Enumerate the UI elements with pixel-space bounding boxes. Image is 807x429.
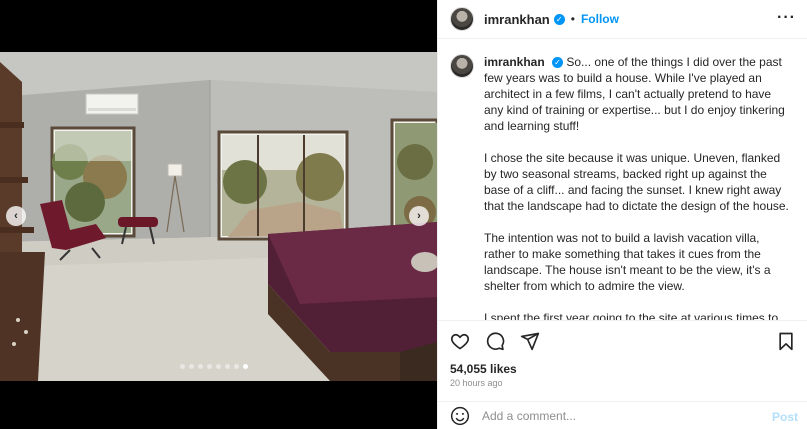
carousel-dot [225, 364, 230, 369]
post-photo[interactable] [0, 52, 437, 381]
bookmark-icon[interactable] [776, 331, 796, 351]
carousel-dot [207, 364, 212, 369]
caption-text: imrankhan ✓ So... one of the things I di… [484, 54, 790, 320]
more-options-icon[interactable]: ··· [777, 10, 796, 26]
post-header: imrankhan ✓ • Follow ··· [438, 0, 807, 39]
caption-paragraph: imrankhan ✓ So... one of the things I di… [484, 54, 790, 134]
separator-dot: • [570, 12, 575, 26]
verified-badge-icon: ✓ [552, 57, 564, 69]
avatar[interactable] [450, 7, 474, 31]
caption-username[interactable]: imrankhan [484, 55, 545, 69]
carousel-prev-button[interactable]: ‹ [6, 206, 26, 226]
caption-section: imrankhan ✓ So... one of the things I di… [438, 40, 807, 320]
caption-avatar[interactable] [450, 54, 474, 78]
follow-button[interactable]: Follow [581, 12, 619, 26]
heart-icon[interactable] [450, 331, 470, 351]
comment-icon[interactable] [485, 331, 505, 351]
caption-paragraph: The intention was not to build a lavish … [484, 231, 771, 293]
actions-section: 54,055 likes 20 hours ago Post [438, 320, 807, 429]
carousel-dot [180, 364, 185, 369]
likes-count[interactable]: 54,055 likes [450, 362, 517, 376]
carousel-dot [216, 364, 221, 369]
share-icon[interactable] [520, 331, 540, 351]
post-comment-button[interactable]: Post [772, 410, 798, 424]
comment-input[interactable] [482, 409, 762, 423]
post-details-panel: imrankhan ✓ • Follow ··· imrankhan ✓ So.… [437, 0, 807, 429]
carousel-indicator [180, 364, 248, 369]
header-username[interactable]: imrankhan [484, 12, 550, 27]
post-timestamp[interactable]: 20 hours ago [450, 378, 503, 388]
instagram-post: ‹ › imrankhan ✓ • Follow ··· imrankhan ✓… [0, 0, 807, 429]
caption-paragraph: I spent the first year going to the site… [484, 311, 779, 320]
carousel-dot [189, 364, 194, 369]
carousel-dot [198, 364, 203, 369]
caption-paragraph: I chose the site because it was unique. … [484, 151, 789, 213]
chevron-left-icon: ‹ [14, 210, 18, 222]
action-icons [450, 331, 540, 351]
carousel-next-button[interactable]: › [409, 206, 429, 226]
carousel-dot [234, 364, 239, 369]
carousel-dot [243, 364, 248, 369]
emoji-icon[interactable] [450, 406, 470, 426]
verified-badge-icon: ✓ [553, 13, 565, 25]
media-pane: ‹ › [0, 0, 437, 429]
comment-row: Post [438, 401, 807, 429]
chevron-right-icon: › [417, 210, 421, 222]
